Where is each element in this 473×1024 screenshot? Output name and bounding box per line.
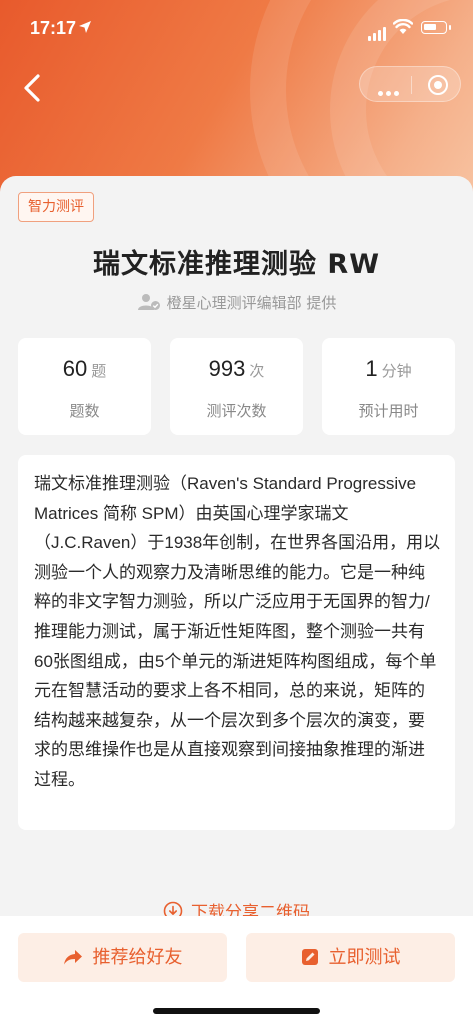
start-test-button-label: 立即测试 [328,947,401,968]
chevron-left-icon[interactable] [18,70,48,106]
share-button[interactable]: 推荐给好友 [18,933,227,982]
stat-question-count: 60 题 题数 [18,338,151,435]
target-circle-icon[interactable] [428,75,448,95]
stat-test-count: 993 次 测评次数 [170,338,303,435]
category-tag: 智力测评 [18,192,94,222]
start-test-button[interactable]: 立即测试 [246,933,455,982]
share-arrow-icon [63,950,82,965]
share-button-label: 推荐给好友 [92,947,183,968]
stat-unit: 分钟 [381,363,412,380]
provider-text: 橙星心理测评编辑部 提供 [166,294,337,312]
mini-program-capsule [359,66,461,102]
location-arrow-icon [79,21,91,33]
user-check-icon [137,294,160,310]
home-indicator [153,1008,320,1014]
wifi-icon [393,19,413,34]
stat-label: 测评次数 [206,402,267,420]
status-time: 17:17 [30,18,77,38]
description-text: 瑞文标准推理测验（Raven's Standard Progressive Ma… [18,455,455,830]
signal-icon [368,22,388,41]
stat-value: 993 [208,356,246,381]
stat-unit: 题 [91,363,107,380]
stat-label: 预计用时 [358,402,419,420]
capsule-divider [411,76,412,94]
provider-line: 橙星心理测评编辑部 提供 [0,292,473,313]
more-dots-icon[interactable] [378,81,402,100]
status-bar: 17:17 [0,0,473,56]
test-title: 瑞文标准推理测验 RW [93,249,380,280]
stat-value: 1 [365,356,378,381]
stat-value: 60 [62,356,88,381]
battery-icon [421,21,451,34]
stat-duration: 1 分钟 预计用时 [322,338,455,435]
edit-icon [301,949,318,965]
stat-unit: 次 [249,363,265,380]
stat-label: 题数 [69,402,100,420]
